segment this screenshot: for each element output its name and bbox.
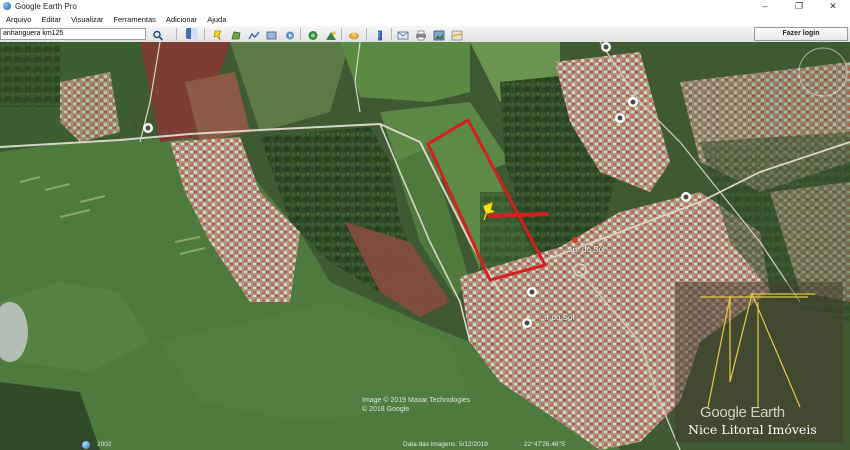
maps-icon[interactable] <box>451 28 463 41</box>
maximize-button[interactable]: ❐ <box>782 0 816 12</box>
red-location-dot[interactable] <box>572 237 578 243</box>
google-earth-brand: Google Earth <box>700 404 785 421</box>
parcel-access-line <box>487 212 549 218</box>
menu-ajuda[interactable]: Ajuda <box>207 15 226 24</box>
toolbar-separator <box>176 28 177 40</box>
toolbar: Fazer login <box>0 26 850 43</box>
place-label: ...ur do Sol <box>566 245 605 254</box>
poi-marker-icon[interactable] <box>522 318 532 328</box>
planet-icon[interactable] <box>348 28 360 40</box>
toolbar-separator <box>341 28 342 40</box>
window-title: Google Earth Pro <box>15 1 77 11</box>
globe-icon <box>82 441 90 449</box>
print-icon[interactable] <box>415 28 427 41</box>
email-icon[interactable] <box>397 28 409 40</box>
toolbar-separator <box>391 28 392 40</box>
ruler-icon[interactable] <box>374 28 386 41</box>
place-label: ...r do Sol <box>540 313 575 322</box>
title-bar: Google Earth Pro – ❐ ✕ <box>0 0 850 12</box>
toolbar-separator <box>204 28 205 40</box>
poi-marker-icon[interactable] <box>143 123 153 133</box>
imagery-copyright: Image © 2019 Maxar Technologies © 2018 G… <box>362 397 471 413</box>
poi-marker-icon[interactable] <box>601 42 611 52</box>
toolbar-separator <box>300 28 301 40</box>
menu-editar[interactable]: Editar <box>41 15 61 24</box>
window-controls: – ❐ ✕ <box>748 0 850 12</box>
placemark-icon[interactable] <box>212 28 224 41</box>
menu-bar: Arquivo Editar Visualizar Ferramentas Ad… <box>0 12 850 26</box>
sidebar-icon[interactable] <box>186 28 198 39</box>
company-name: Nice Litoral Imóveis <box>688 422 817 437</box>
menu-visualizar[interactable]: Visualizar <box>71 15 103 24</box>
status-bar: 2002 Data das imagens: 5/12/2019 22°47'2… <box>0 440 850 450</box>
sunlight-icon[interactable] <box>325 28 337 40</box>
polygon-icon[interactable] <box>230 28 242 40</box>
poi-marker-icon[interactable] <box>527 287 537 297</box>
close-button[interactable]: ✕ <box>816 0 850 12</box>
nice-litoral-logo-icon <box>700 293 815 408</box>
poi-marker-icon[interactable] <box>628 97 638 107</box>
minimize-button[interactable]: – <box>748 0 782 12</box>
historical-imagery-icon[interactable] <box>307 28 319 40</box>
menu-adicionar[interactable]: Adicionar <box>166 15 197 24</box>
google-earth-app-icon <box>3 2 11 10</box>
imagery-date: Data das imagens: 5/12/2019 <box>403 441 488 448</box>
overlay-icon[interactable] <box>266 28 278 40</box>
tour-icon[interactable] <box>284 28 296 40</box>
path-icon[interactable] <box>248 28 260 40</box>
login-button[interactable]: Fazer login <box>754 27 848 41</box>
search-icon[interactable] <box>152 28 164 41</box>
poi-marker-icon[interactable] <box>681 192 691 202</box>
coordinates-readout: 22°47'26.46"S <box>524 441 566 448</box>
poi-marker-icon[interactable] <box>615 113 625 123</box>
search-input[interactable] <box>0 28 146 40</box>
save-image-icon[interactable] <box>433 28 445 41</box>
menu-arquivo[interactable]: Arquivo <box>6 15 31 24</box>
menu-ferramentas[interactable]: Ferramentas <box>113 15 156 24</box>
scale-label: 2002 <box>97 441 112 448</box>
toolbar-separator <box>366 28 367 40</box>
